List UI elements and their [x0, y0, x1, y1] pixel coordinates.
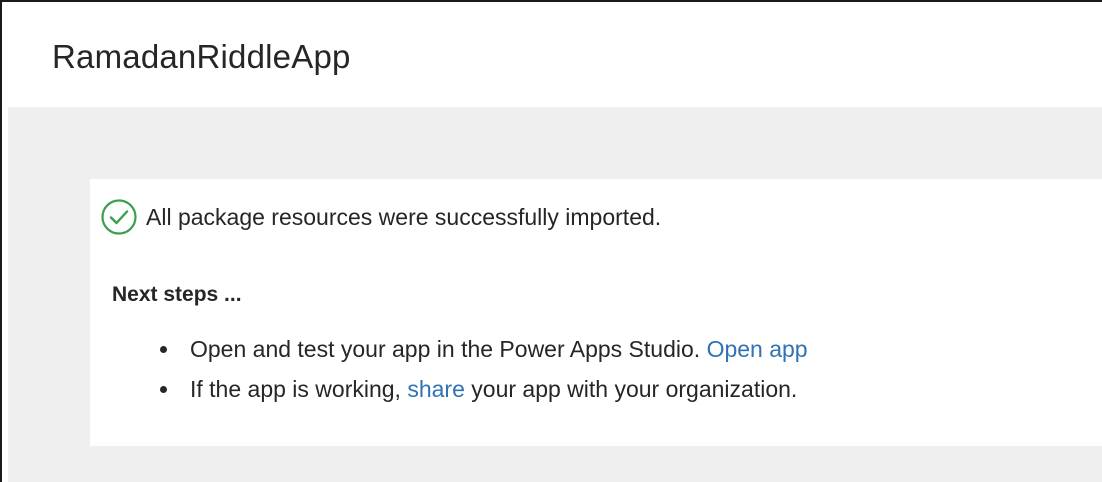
step-text-after: your app with your organization.	[471, 376, 798, 402]
page-header: RamadanRiddleApp	[2, 2, 1102, 107]
import-result-card: All package resources were successfully …	[90, 179, 1102, 446]
next-steps-list: Open and test your app in the Power Apps…	[160, 329, 808, 409]
list-item: Open and test your app in the Power Apps…	[160, 329, 808, 369]
app-title: RamadanRiddleApp	[52, 38, 351, 75]
list-item: If the app is working, share your app wi…	[160, 369, 808, 409]
share-link[interactable]: share	[407, 376, 465, 402]
status-message: All package resources were successfully …	[146, 203, 662, 230]
check-circle-icon	[100, 198, 138, 236]
status-row: All package resources were successfully …	[100, 197, 661, 237]
next-steps-heading: Next steps ...	[112, 283, 242, 306]
content-area: All package resources were successfully …	[8, 107, 1102, 482]
step-text-before: If the app is working,	[190, 376, 401, 402]
step-text: Open and test your app in the Power Apps…	[190, 336, 701, 362]
open-app-link[interactable]: Open app	[707, 336, 808, 362]
window-frame: RamadanRiddleApp All package resources w…	[0, 0, 1102, 482]
